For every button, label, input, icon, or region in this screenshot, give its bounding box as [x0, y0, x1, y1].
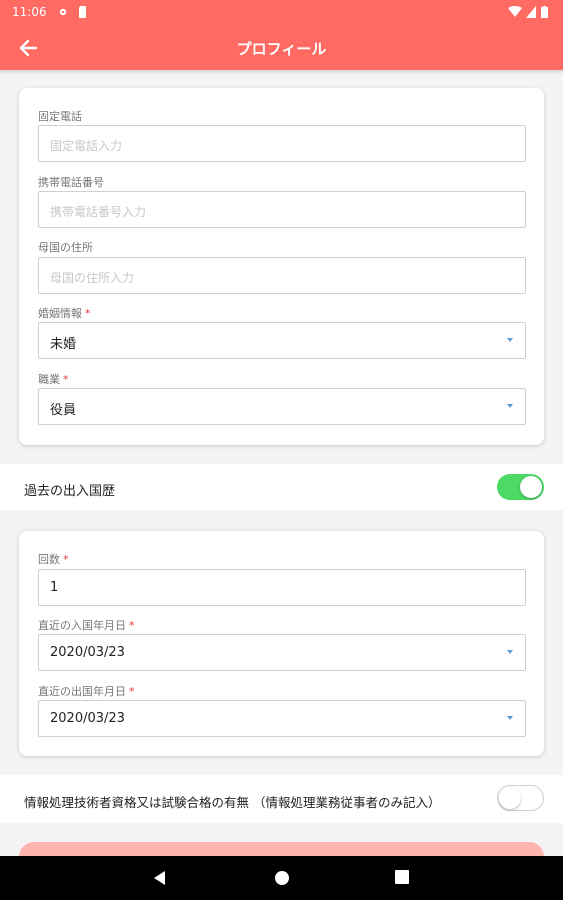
occupation-label-text: 職業 — [38, 373, 60, 386]
last-entry-label-text: 直近の入国年月日 — [38, 619, 126, 632]
occupation-value: 役員 — [50, 403, 77, 418]
marital-label: 婚姻情報 * — [38, 305, 91, 321]
battery-icon — [541, 6, 548, 18]
travel-card: 回数 * 1 直近の入国年月日 * 2020/03/23 直近の出国年月日 * 202… — [19, 531, 544, 756]
last-entry-value: 2020/03/23 — [50, 645, 125, 660]
required-mark: * — [129, 685, 135, 698]
nav-home-icon[interactable] — [274, 870, 290, 886]
app-bar: プロフィール — [0, 26, 563, 70]
home-address-placeholder: 母国の住所入力 — [50, 271, 135, 285]
signal-icon — [526, 6, 536, 18]
page-title: プロフィール — [236, 40, 327, 58]
marital-value: 未婚 — [50, 337, 77, 352]
status-bar: 11:06 — [0, 0, 563, 26]
landline-placeholder: 固定電話入力 — [50, 139, 123, 153]
mobile-input[interactable]: 携帯電話番号入力 — [38, 191, 526, 228]
contact-card: 固定電話 固定電話入力 携帯電話番号 携帯電話番号入力 母国の住所 母国の住所入… — [19, 88, 544, 445]
last-entry-date-select[interactable]: 2020/03/23 — [38, 634, 526, 671]
mobile-label: 携帯電話番号 — [38, 176, 104, 189]
dropdown-caret-icon — [507, 338, 513, 342]
it-qualification-row: 情報処理技術者資格又は試験合格の有無 （情報処理業務従事者のみ記入） — [0, 775, 563, 823]
travel-history-toggle[interactable] — [497, 474, 544, 500]
marital-select[interactable]: 未婚 — [38, 322, 526, 359]
required-mark: * — [129, 619, 135, 632]
dropdown-caret-icon — [507, 716, 513, 720]
marital-label-text: 婚姻情報 — [38, 307, 82, 320]
settings-icon — [59, 8, 67, 16]
it-qualification-label: 情報処理技術者資格又は試験合格の有無 （情報処理業務従事者のみ記入） — [24, 795, 441, 810]
landline-label: 固定電話 — [38, 110, 82, 123]
dropdown-caret-icon — [507, 650, 513, 654]
toggle-knob — [499, 787, 521, 809]
required-mark: * — [85, 307, 91, 320]
status-time: 11:06 — [12, 5, 47, 19]
nav-back-icon[interactable] — [152, 870, 166, 886]
home-address-label: 母国の住所 — [38, 241, 93, 254]
dropdown-caret-icon — [507, 404, 513, 408]
it-qualification-toggle[interactable] — [497, 785, 544, 811]
required-mark: * — [63, 553, 69, 566]
last-exit-label-text: 直近の出国年月日 — [38, 685, 126, 698]
last-entry-label: 直近の入国年月日 * — [38, 617, 135, 633]
sd-card-icon — [79, 6, 86, 18]
toggle-knob — [520, 476, 542, 498]
count-input[interactable]: 1 — [38, 569, 526, 606]
last-exit-label: 直近の出国年月日 * — [38, 683, 135, 699]
count-value: 1 — [50, 580, 59, 595]
occupation-label: 職業 * — [38, 371, 69, 387]
landline-input[interactable]: 固定電話入力 — [38, 125, 526, 162]
count-label: 回数 * — [38, 551, 69, 567]
count-label-text: 回数 — [38, 553, 60, 566]
wifi-icon — [508, 6, 522, 17]
last-exit-date-select[interactable]: 2020/03/23 — [38, 700, 526, 737]
nav-recents-icon[interactable] — [395, 870, 409, 884]
system-nav-bar — [0, 856, 563, 900]
last-exit-value: 2020/03/23 — [50, 711, 125, 726]
travel-history-label: 過去の出入国歴 — [24, 484, 116, 499]
mobile-placeholder: 携帯電話番号入力 — [50, 205, 147, 219]
travel-history-row: 過去の出入国歴 — [0, 464, 563, 510]
occupation-select[interactable]: 役員 — [38, 388, 526, 425]
required-mark: * — [63, 373, 69, 386]
home-address-input[interactable]: 母国の住所入力 — [38, 257, 526, 294]
